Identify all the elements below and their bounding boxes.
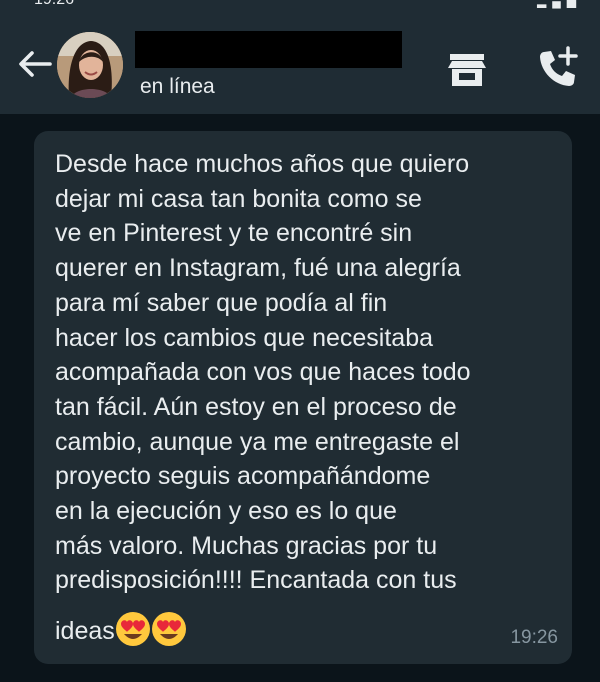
redacted-contact-name bbox=[135, 31, 402, 68]
incoming-message-bubble[interactable]: Desde hace muchos años que quiero dejar … bbox=[34, 131, 572, 664]
chat-header: en línea bbox=[0, 12, 600, 114]
message-text: Desde hace muchos años que quiero dejar … bbox=[55, 147, 563, 598]
message-line: tan fácil. Aún estoy en el proceso de bbox=[55, 392, 457, 421]
message-last-word: ideas bbox=[55, 616, 115, 645]
message-line: acompañada con vos que haces todo bbox=[55, 358, 471, 387]
message-line: predisposición!!!! Encantada con tus bbox=[55, 566, 457, 595]
message-line: Desde hace muchos años que quiero bbox=[55, 150, 470, 178]
message-line: hacer los cambios que necesitaba bbox=[55, 323, 434, 352]
store-icon[interactable] bbox=[446, 52, 488, 88]
heart-eyes-emoji bbox=[151, 611, 187, 652]
message-line: más valoro. Muchas gracias por tu bbox=[55, 531, 438, 560]
message-line: proyecto seguis acompañándome bbox=[55, 462, 431, 491]
status-time: 19:26 bbox=[34, 0, 74, 9]
back-arrow-icon[interactable] bbox=[14, 48, 54, 80]
message-line: para mí saber que podía al fin bbox=[55, 288, 388, 317]
message-line: en la ejecución y eso es lo que bbox=[55, 497, 397, 526]
message-line: cambio, aunque ya me entregaste el bbox=[55, 427, 460, 456]
status-bar: 19:26 ▂▄▆ bbox=[0, 0, 600, 12]
heart-eyes-emoji bbox=[115, 611, 151, 652]
message-line: querer en Instagram, fué una alegría bbox=[55, 254, 461, 283]
contact-status: en línea bbox=[140, 75, 215, 98]
message-timestamp: 19:26 bbox=[510, 627, 558, 648]
message-last-line: ideas bbox=[55, 611, 187, 652]
chat-area: Desde hace muchos años que quiero dejar … bbox=[0, 114, 600, 682]
avatar[interactable] bbox=[57, 32, 123, 98]
message-line: dejar mi casa tan bonita como se bbox=[55, 184, 422, 213]
add-call-icon[interactable] bbox=[536, 46, 580, 90]
status-icons: ▂▄▆ bbox=[537, 0, 582, 8]
message-line: ve en Pinterest y te encontré sin bbox=[55, 219, 413, 248]
